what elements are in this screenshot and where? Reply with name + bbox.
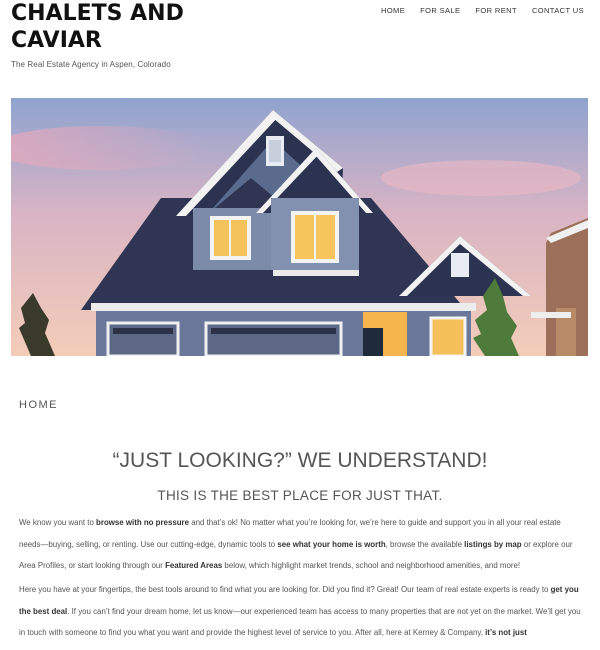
nav-for-rent[interactable]: FOR RENT xyxy=(475,6,517,15)
gable-vent xyxy=(451,253,469,277)
cloud xyxy=(381,160,581,196)
nav-contact-us[interactable]: CONTACT US xyxy=(532,6,584,15)
garage-door xyxy=(106,321,180,356)
emphasis: listings by map xyxy=(464,539,522,549)
emphasis: Featured Areas xyxy=(165,561,223,570)
hero-house-image xyxy=(11,98,588,356)
emphasis: see what your home is worth xyxy=(277,539,386,549)
window-lit xyxy=(429,316,467,356)
front-door xyxy=(363,328,383,356)
nav-for-sale[interactable]: FOR SALE xyxy=(420,6,460,15)
main-nav: HOME FOR SALE FOR RENT CONTACT US xyxy=(381,6,584,15)
page-headline: “JUST LOOKING?” WE UNDERSTAND! xyxy=(112,449,488,472)
site-title[interactable]: CHALETS AND CAVIAR xyxy=(11,0,231,54)
emphasis: it’s not just xyxy=(485,628,527,637)
intro-paragraph: We know you want to browse with no press… xyxy=(19,518,573,570)
garage-door xyxy=(204,321,343,356)
emphasis: browse with no pressure xyxy=(96,518,190,527)
site-tagline: The Real Estate Agency in Aspen, Colorad… xyxy=(11,60,171,69)
second-paragraph: Here you have at your fingertips, the be… xyxy=(19,585,581,637)
breadcrumb: HOME xyxy=(19,399,58,411)
page-subheadline: THIS IS THE BEST PLACE FOR JUST THAT. xyxy=(157,488,443,503)
nav-home[interactable]: HOME xyxy=(381,6,405,15)
